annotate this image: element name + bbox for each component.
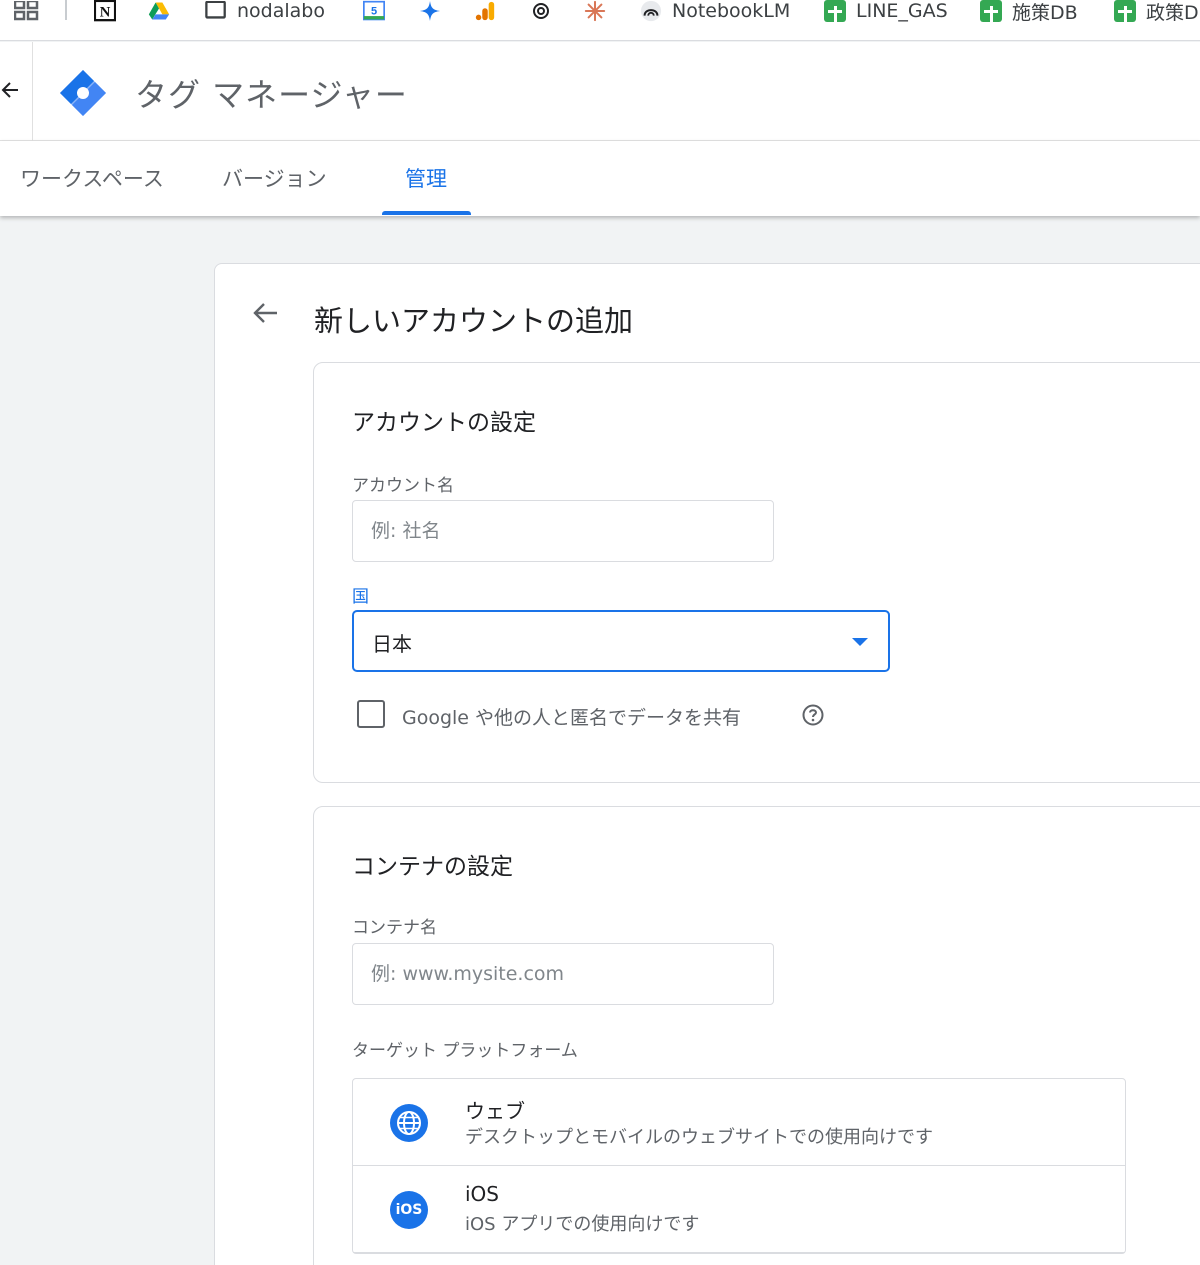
apps-grid-icon[interactable] <box>14 0 40 22</box>
chatgpt-icon <box>530 0 552 22</box>
bookmarks-bar: N nodalabo 5 NotebookLM LINE_GAS 施策DB 政策… <box>0 0 1200 41</box>
bookmark-label: nodalabo <box>237 0 325 22</box>
notion-icon: N <box>94 0 116 22</box>
bookmark-label: LINE_GAS <box>856 0 948 22</box>
platform-list: ウェブ デスクトップとモバイルのウェブサイトでの使用向けです iOS iOS i… <box>352 1078 1126 1254</box>
container-name-label: コンテナ名 <box>352 918 437 938</box>
header-divider <box>32 42 33 141</box>
tab-versions[interactable]: バージョン <box>222 163 327 193</box>
svg-text:5: 5 <box>371 5 377 17</box>
drive-bookmark[interactable] <box>148 0 180 22</box>
account-name-label: アカウント名 <box>352 476 454 496</box>
google-drive-icon <box>148 0 170 22</box>
country-select-value: 日本 <box>372 632 412 656</box>
account-name-input[interactable] <box>352 500 774 562</box>
country-select[interactable]: 日本 <box>352 610 890 672</box>
container-settings-section: コンテナの設定 コンテナ名 ターゲット プラットフォーム ウェブ デスクトップと… <box>313 806 1200 1265</box>
dropdown-arrow-icon <box>852 638 868 646</box>
globe-icon <box>390 1104 428 1142</box>
chatgpt-bookmark[interactable] <box>530 0 562 22</box>
bookmark-line-gas[interactable]: LINE_GAS <box>824 0 948 22</box>
section-title: コンテナの設定 <box>352 854 513 880</box>
bookmarks-separator <box>65 0 67 20</box>
tag-manager-logo-icon[interactable] <box>58 68 108 118</box>
svg-text:N: N <box>100 5 111 21</box>
platform-option-ios[interactable]: iOS iOS iOS アプリでの使用向けです <box>353 1166 1125 1253</box>
calendar-bookmark[interactable]: 5 <box>363 0 395 22</box>
arrow-back-icon[interactable] <box>0 78 22 104</box>
share-data-label[interactable]: Google や他の人と匿名でデータを共有 <box>402 703 741 730</box>
folder-icon <box>205 0 227 22</box>
notebooklm-icon <box>640 0 662 22</box>
platform-description: デスクトップとモバイルのウェブサイトでの使用向けです <box>465 1127 933 1148</box>
claude-bookmark[interactable] <box>584 0 616 22</box>
target-platform-label: ターゲット プラットフォーム <box>352 1041 578 1061</box>
bookmark-notebooklm[interactable]: NotebookLM <box>640 0 790 22</box>
app-header: タグ マネージャー <box>0 42 1200 141</box>
account-settings-section: アカウントの設定 アカウント名 国 日本 Google や他の人と匿名でデータを… <box>313 362 1200 783</box>
nav-tabs: ワークスペース バージョン 管理 <box>0 141 1200 216</box>
ios-icon: iOS <box>390 1191 428 1229</box>
help-icon[interactable] <box>802 704 824 726</box>
page-title: 新しいアカウントの追加 <box>314 304 634 338</box>
bookmark-shisaku-db[interactable]: 施策DB <box>980 0 1078 24</box>
bookmark-label: NotebookLM <box>672 0 791 22</box>
app-title: タグ マネージャー <box>135 76 408 114</box>
sheets-icon <box>980 0 1002 22</box>
calendar-icon: 5 <box>363 0 385 22</box>
share-data-checkbox[interactable] <box>357 700 385 728</box>
container-name-input[interactable] <box>352 943 774 1005</box>
analytics-bookmark[interactable] <box>474 0 506 22</box>
platform-description: iOS アプリでの使用向けです <box>465 1214 700 1235</box>
section-title: アカウントの設定 <box>352 410 536 436</box>
notion-bookmark[interactable]: N <box>94 0 126 22</box>
bookmark-label: 施策DB <box>1012 1 1078 24</box>
arrow-back-icon[interactable] <box>250 298 280 328</box>
bookmark-seisaku-db[interactable]: 政策D <box>1114 0 1199 24</box>
analytics-icon <box>474 0 496 22</box>
bookmark-nodalabo[interactable]: nodalabo <box>205 0 325 22</box>
sheets-icon <box>1114 0 1136 22</box>
platform-name: ウェブ <box>465 1099 525 1123</box>
bookmark-label: 政策D <box>1146 1 1199 24</box>
tab-admin[interactable]: 管理 <box>405 163 447 193</box>
platform-name: iOS <box>465 1182 499 1206</box>
gemini-sparkle-icon <box>419 0 441 22</box>
tab-workspace[interactable]: ワークスペース <box>20 163 164 193</box>
claude-starburst-icon <box>584 0 606 22</box>
platform-option-web[interactable]: ウェブ デスクトップとモバイルのウェブサイトでの使用向けです <box>353 1079 1125 1166</box>
country-label: 国 <box>352 587 369 607</box>
sheets-icon <box>824 0 846 22</box>
active-tab-indicator <box>382 211 471 215</box>
gemini-bookmark[interactable] <box>419 0 451 22</box>
